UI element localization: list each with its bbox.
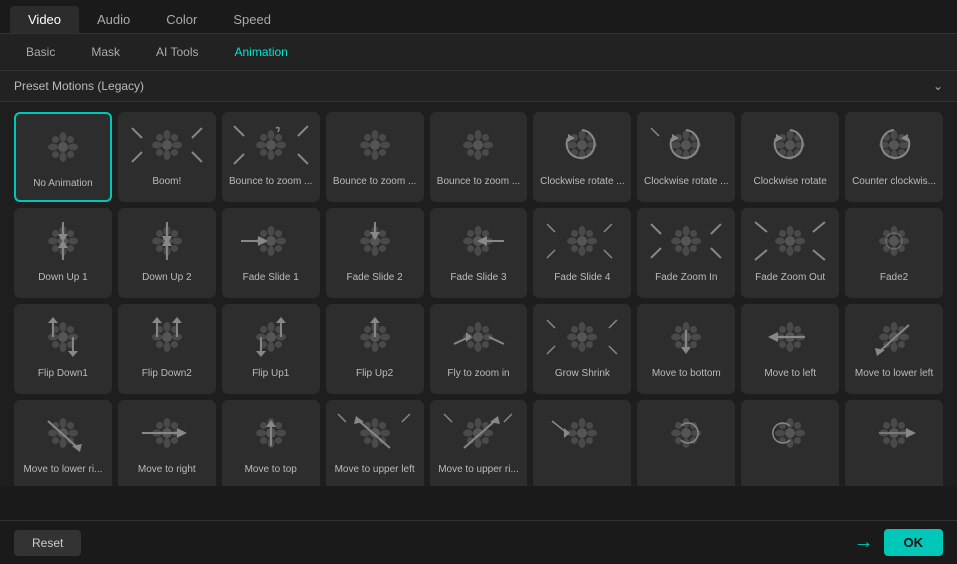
animation-card[interactable]: Flip Down2 bbox=[118, 304, 216, 394]
card-label: Fade Zoom In bbox=[641, 272, 731, 283]
card-label: Down Up 1 bbox=[18, 272, 108, 283]
top-tabs: Video Audio Color Speed bbox=[0, 0, 957, 34]
animation-grid: No Animation Boom! Boun bbox=[0, 102, 957, 486]
card-label: Clockwise rotate ... bbox=[537, 176, 627, 187]
reset-button[interactable]: Reset bbox=[14, 530, 81, 556]
chevron-down-icon[interactable]: ⌄ bbox=[933, 79, 943, 93]
card-label: Down Up 2 bbox=[122, 272, 212, 283]
animation-card[interactable]: Flip Down1 bbox=[14, 304, 112, 394]
tab-audio[interactable]: Audio bbox=[79, 6, 148, 33]
subtab-ai-tools[interactable]: AI Tools bbox=[140, 40, 214, 64]
card-label: Fade Slide 2 bbox=[330, 272, 420, 283]
animation-card[interactable]: Move to right bbox=[118, 400, 216, 486]
animation-card[interactable]: Grow Shrink bbox=[533, 304, 631, 394]
animation-card[interactable]: Down Up 1 bbox=[14, 208, 112, 298]
card-label: Fly to zoom in bbox=[434, 368, 524, 379]
bottom-bar: Reset → OK bbox=[0, 520, 957, 564]
card-label: Move to left bbox=[745, 368, 835, 379]
animation-card[interactable]: Fade Slide 3 bbox=[430, 208, 528, 298]
animation-card[interactable]: No Animation bbox=[14, 112, 112, 202]
animation-card[interactable]: Fly to zoom in bbox=[430, 304, 528, 394]
card-label: Fade2 bbox=[849, 272, 939, 283]
animation-card[interactable]: Bounce to zoom ... bbox=[430, 112, 528, 202]
subtab-mask[interactable]: Mask bbox=[75, 40, 136, 64]
section-title: Preset Motions (Legacy) bbox=[14, 79, 144, 93]
card-label: Move to right bbox=[122, 464, 212, 475]
card-label: Move to bottom bbox=[641, 368, 731, 379]
animation-card[interactable] bbox=[845, 400, 943, 486]
card-label: Grow Shrink bbox=[537, 368, 627, 379]
animation-card[interactable]: Fade Slide 1 bbox=[222, 208, 320, 298]
card-label: Fade Zoom Out bbox=[745, 272, 835, 283]
animation-card[interactable]: Move to upper left bbox=[326, 400, 424, 486]
animation-card[interactable]: Fade Zoom In bbox=[637, 208, 735, 298]
card-label: Move to upper ri... bbox=[434, 464, 524, 475]
animation-card[interactable]: Move to top bbox=[222, 400, 320, 486]
card-label: Fade Slide 3 bbox=[434, 272, 524, 283]
card-label: Boom! bbox=[122, 176, 212, 187]
card-label: Move to lower left bbox=[849, 368, 939, 379]
card-label: Clockwise rotate bbox=[745, 176, 835, 187]
animation-card[interactable]: Fade2 bbox=[845, 208, 943, 298]
animation-card[interactable] bbox=[637, 400, 735, 486]
ok-arrow-indicator: → bbox=[81, 531, 883, 554]
card-label: Move to lower ri... bbox=[18, 464, 108, 475]
card-label: Flip Up2 bbox=[330, 368, 420, 379]
tab-color[interactable]: Color bbox=[148, 6, 215, 33]
animation-card[interactable]: Clockwise rotate ... bbox=[637, 112, 735, 202]
card-label: Move to upper left bbox=[330, 464, 420, 475]
animation-card[interactable]: Counter clockwis... bbox=[845, 112, 943, 202]
animation-card[interactable]: Down Up 2 bbox=[118, 208, 216, 298]
animation-card[interactable]: Flip Up1 bbox=[222, 304, 320, 394]
tab-video[interactable]: Video bbox=[10, 6, 79, 33]
ok-button[interactable]: OK bbox=[884, 529, 944, 556]
subtab-animation[interactable]: Animation bbox=[218, 40, 303, 64]
animation-card[interactable]: Fade Zoom Out bbox=[741, 208, 839, 298]
animation-card[interactable]: Fade Slide 4 bbox=[533, 208, 631, 298]
animation-card[interactable]: Boom! bbox=[118, 112, 216, 202]
sub-tabs: Basic Mask AI Tools Animation bbox=[0, 34, 957, 71]
subtab-basic[interactable]: Basic bbox=[10, 40, 71, 64]
card-label: Counter clockwis... bbox=[849, 176, 939, 187]
card-label: Fade Slide 4 bbox=[537, 272, 627, 283]
card-label: Flip Down1 bbox=[18, 368, 108, 379]
card-label: Flip Up1 bbox=[226, 368, 316, 379]
animation-card[interactable] bbox=[533, 400, 631, 486]
card-label: Fade Slide 1 bbox=[226, 272, 316, 283]
tab-speed[interactable]: Speed bbox=[215, 6, 289, 33]
animation-card[interactable]: Clockwise rotate ... bbox=[533, 112, 631, 202]
animation-card[interactable]: Flip Up2 bbox=[326, 304, 424, 394]
card-label: No Animation bbox=[20, 178, 106, 189]
card-label: Flip Down2 bbox=[122, 368, 212, 379]
animation-card[interactable]: Bounce to zoom ... bbox=[326, 112, 424, 202]
animation-card[interactable]: Move to lower ri... bbox=[14, 400, 112, 486]
card-label: Move to top bbox=[226, 464, 316, 475]
animation-card[interactable]: Clockwise rotate bbox=[741, 112, 839, 202]
section-header: Preset Motions (Legacy) ⌄ bbox=[0, 71, 957, 102]
animation-card[interactable] bbox=[741, 400, 839, 486]
card-label: Bounce to zoom ... bbox=[330, 176, 420, 187]
card-label: Clockwise rotate ... bbox=[641, 176, 731, 187]
card-label: Bounce to zoom ... bbox=[434, 176, 524, 187]
animation-card[interactable]: Fade Slide 2 bbox=[326, 208, 424, 298]
card-label: Bounce to zoom ... bbox=[226, 176, 316, 187]
animation-card[interactable]: Move to upper ri... bbox=[430, 400, 528, 486]
animation-card[interactable]: Move to bottom bbox=[637, 304, 735, 394]
animation-card[interactable]: Move to left bbox=[741, 304, 839, 394]
animation-card[interactable]: Bounce to zoom ... bbox=[222, 112, 320, 202]
animation-card[interactable]: Move to lower left bbox=[845, 304, 943, 394]
